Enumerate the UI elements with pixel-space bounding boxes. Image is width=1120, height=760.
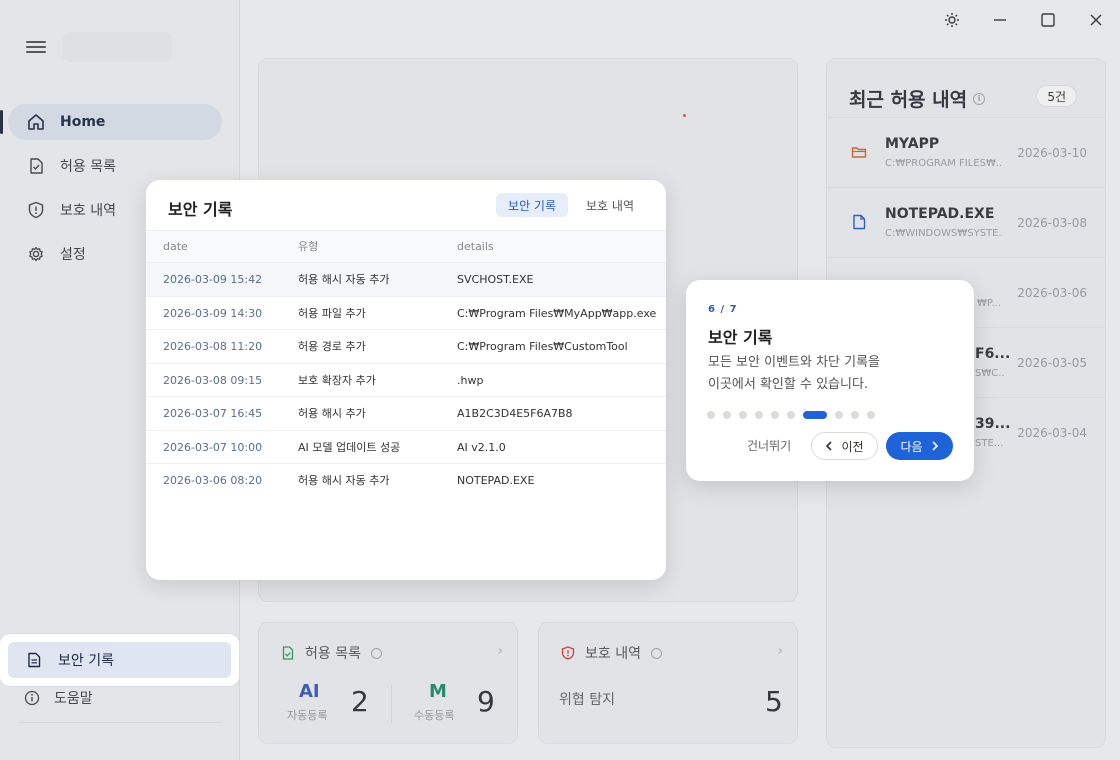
tour-popover: 6 / 7 보안 기록 모든 보안 이벤트와 차단 기록을 이곳에서 확인할 수…	[686, 280, 974, 481]
cell-type: 보호 확장자 추가	[298, 373, 376, 387]
cell-date: 2026-03-09 15:42	[163, 273, 263, 286]
tab-security-log[interactable]: 보안 기록	[496, 193, 569, 217]
cell-details: AI v2.1.0	[457, 440, 506, 454]
next-button[interactable]: 다음	[886, 432, 953, 460]
table-body: 2026-03-09 15:42 허용 해시 자동 추가 SVCHOST.EXE 2…	[146, 262, 666, 497]
chevron-right-icon	[931, 441, 938, 451]
cell-date: 2026-03-08 11:20	[163, 340, 263, 353]
table-row[interactable]: 2026-03-08 09:15 보호 확장자 추가 .hwp	[146, 362, 666, 397]
progress-dot	[803, 411, 827, 419]
cell-details: SVCHOST.EXE	[457, 273, 534, 286]
table-row[interactable]: 2026-03-09 15:42 허용 해시 자동 추가 SVCHOST.EXE	[146, 262, 666, 296]
progress-dot	[707, 411, 715, 419]
cell-type: 허용 해시 자동 추가	[298, 474, 390, 487]
table-row[interactable]: 2026-03-07 16:45 허용 해시 추가 A1B2C3D4E5F6A7B8	[146, 396, 666, 430]
cell-details: NOTEPAD.EXE	[457, 474, 535, 487]
sidebar-item-security-log[interactable]: 보안 기록	[8, 642, 231, 678]
cell-type: AI 모델 업데이트 성공	[298, 440, 401, 454]
cell-details: C:₩Program Files₩CustomTool	[457, 340, 628, 353]
progress-dot	[739, 411, 747, 419]
cell-date: 2026-03-08 09:15	[163, 373, 263, 387]
tour-title: 보안 기록	[708, 328, 773, 347]
progress-dot	[867, 411, 875, 419]
tour-description: 모든 보안 이벤트와 차단 기록을 이곳에서 확인할 수 있습니다.	[708, 352, 958, 396]
cell-date: 2026-03-07 10:00	[163, 440, 263, 454]
modal-title: 보안 기록	[168, 200, 233, 219]
column-header-type[interactable]: 유형	[298, 231, 318, 263]
tour-progress-dots	[707, 411, 875, 419]
progress-dot	[787, 411, 795, 419]
column-header-details[interactable]: details	[457, 231, 494, 263]
modal-tabs: 보안 기록 보호 내역	[496, 193, 646, 217]
cell-date: 2026-03-06 08:20	[163, 474, 263, 487]
cell-type: 허용 파일 추가	[298, 306, 366, 320]
tour-text-line: 모든 보안 이벤트와 차단 기록을	[708, 355, 881, 370]
cell-type: 허용 해시 추가	[298, 407, 366, 420]
tour-spotlight: 보안 기록	[0, 634, 239, 686]
tour-step-indicator: 6 / 7	[708, 304, 738, 315]
sidebar-item-label: 보안 기록	[58, 653, 114, 669]
prev-button[interactable]: 이전	[811, 432, 878, 460]
chevron-left-icon	[826, 441, 833, 451]
security-log-modal: 보안 기록 보안 기록 보호 내역 date 유형 details 2026-0…	[146, 180, 666, 580]
progress-dot	[771, 411, 779, 419]
progress-dot	[723, 411, 731, 419]
table-row[interactable]: 2026-03-07 10:00 AI 모델 업데이트 성공 AI v2.1.0	[146, 429, 666, 464]
table-header: date 유형 details	[146, 230, 666, 262]
table-row[interactable]: 2026-03-06 08:20 허용 해시 자동 추가 NOTEPAD.EXE	[146, 463, 666, 497]
tab-protection-history[interactable]: 보호 내역	[574, 193, 646, 217]
prev-label: 이전	[841, 439, 864, 454]
document-icon	[24, 652, 44, 668]
cell-details: A1B2C3D4E5F6A7B8	[457, 407, 573, 420]
progress-dot	[851, 411, 859, 419]
table-row[interactable]: 2026-03-08 11:20 허용 경로 추가 C:₩Program Files…	[146, 329, 666, 363]
cell-date: 2026-03-09 14:30	[163, 306, 263, 320]
progress-dot	[835, 411, 843, 419]
cell-details: .hwp	[457, 373, 484, 387]
column-header-date[interactable]: date	[163, 231, 188, 263]
tour-text-line: 이곳에서 확인할 수 있습니다.	[708, 377, 869, 392]
table-row[interactable]: 2026-03-09 14:30 허용 파일 추가 C:₩Program Files…	[146, 295, 666, 330]
cell-type: 허용 경로 추가	[298, 340, 366, 353]
skip-button[interactable]: 건너뛰기	[747, 437, 791, 454]
progress-dot	[755, 411, 763, 419]
cell-type: 허용 해시 자동 추가	[298, 273, 390, 286]
cell-date: 2026-03-07 16:45	[163, 407, 263, 420]
next-label: 다음	[900, 439, 923, 454]
cell-details: C:₩Program Files₩MyApp₩app.exe	[457, 306, 657, 320]
